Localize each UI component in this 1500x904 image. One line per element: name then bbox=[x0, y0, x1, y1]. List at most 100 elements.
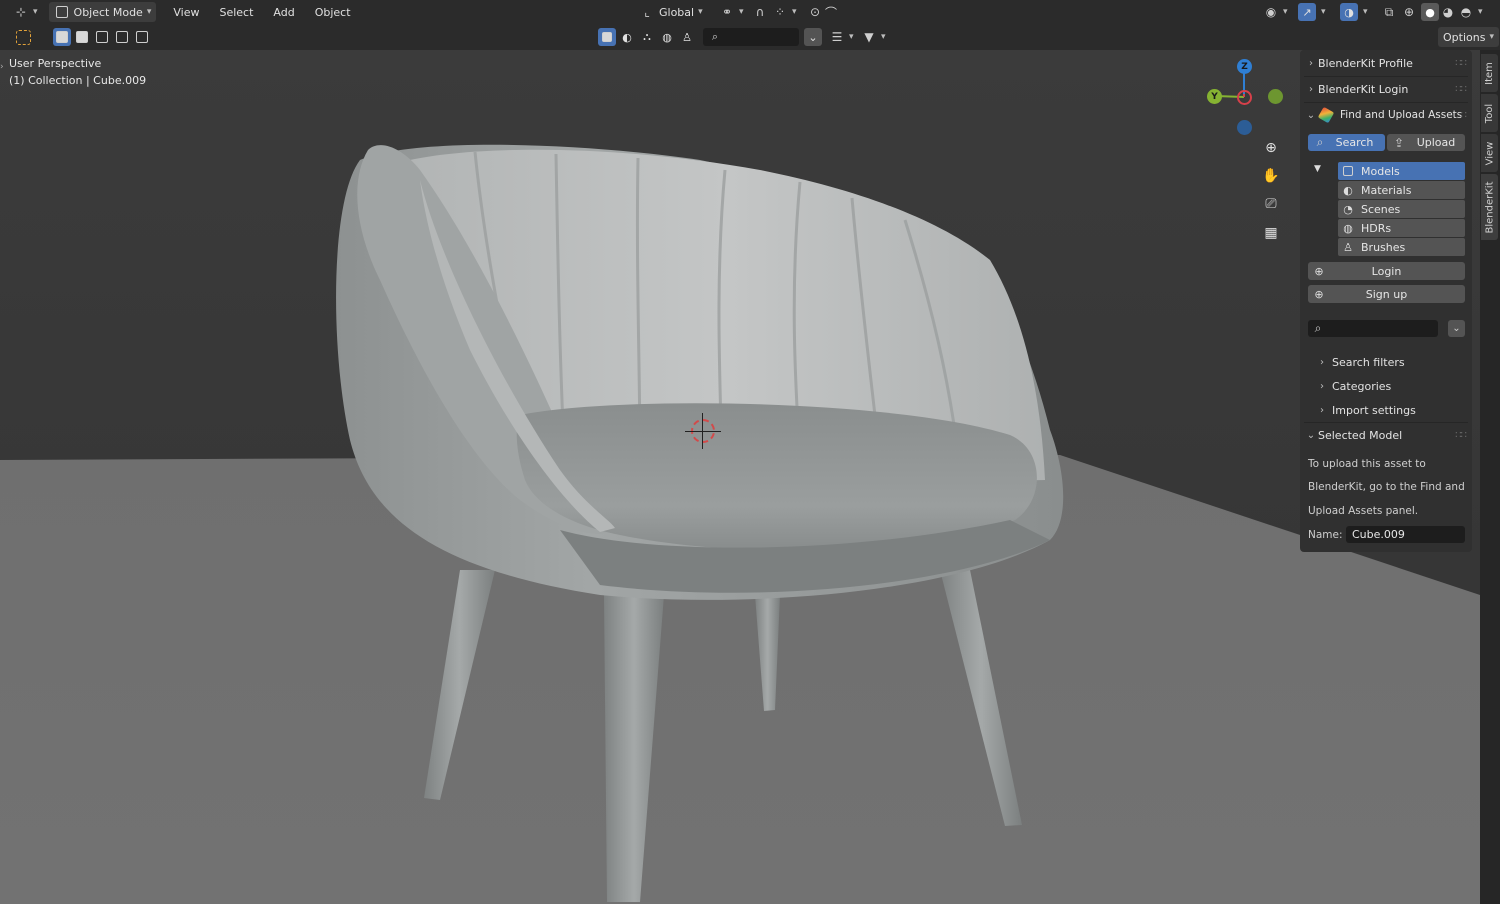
tab-view[interactable]: View bbox=[1481, 134, 1498, 172]
camera-view-icon[interactable]: ⎚ bbox=[1259, 192, 1283, 216]
brushes-type-icon[interactable]: ♙ bbox=[678, 28, 696, 46]
category-scenes[interactable]: ◔ Scenes bbox=[1338, 200, 1465, 218]
viewport-header: ⊹ ▾ Object Mode ▾ View Select Add Object … bbox=[0, 0, 1500, 50]
search-upload-tabs: ⌕ Search ⇪ Upload bbox=[1308, 134, 1465, 151]
select-subtract-icon[interactable] bbox=[93, 28, 111, 46]
viewport-editor-icon: ⊹ bbox=[15, 5, 27, 19]
visibility-dropdown[interactable]: ◉ ▾ bbox=[1258, 2, 1293, 22]
overlays-toggle[interactable]: ◑ ▾ bbox=[1334, 2, 1373, 22]
category-label: Scenes bbox=[1361, 202, 1401, 216]
hdrs-type-icon[interactable]: ◍ bbox=[658, 28, 676, 46]
snap-target-dropdown[interactable]: ⁘ ▾ bbox=[767, 2, 802, 22]
name-field[interactable]: Cube.009 bbox=[1346, 526, 1465, 543]
xray-toggle[interactable]: ⧉ bbox=[1376, 2, 1402, 22]
models-type-icon[interactable] bbox=[598, 28, 616, 46]
drag-handle-icon[interactable]: ∷∷ bbox=[1455, 84, 1467, 95]
login-panel-header[interactable]: › BlenderKit Login ∷∷ bbox=[1300, 78, 1472, 100]
tab-tool[interactable]: Tool bbox=[1481, 94, 1498, 132]
pivot-icon: ⚭ bbox=[721, 5, 733, 19]
selection-mode-group bbox=[47, 27, 157, 47]
material-sphere-icon: ◐ bbox=[1343, 183, 1353, 197]
import-settings-subpanel[interactable]: › Import settings bbox=[1320, 401, 1416, 419]
drag-handle-icon[interactable]: ∷∷ bbox=[1455, 430, 1467, 441]
selected-model-panel-header[interactable]: ⌄ Selected Model ∷∷ bbox=[1300, 424, 1472, 446]
login-button[interactable]: ⊕ Login bbox=[1308, 262, 1465, 280]
signup-button[interactable]: ⊕ Sign up bbox=[1308, 285, 1465, 303]
shading-rendered[interactable]: ◓ ▾ bbox=[1457, 2, 1484, 22]
shading-material[interactable]: ◕ bbox=[1439, 2, 1457, 22]
menu-select[interactable]: Select bbox=[214, 2, 258, 22]
category-brushes[interactable]: ♙ Brushes bbox=[1338, 238, 1465, 256]
search-icon: ⌕ bbox=[1314, 321, 1322, 335]
tab-label: BlenderKit bbox=[1484, 181, 1495, 233]
tab-item[interactable]: Item bbox=[1481, 54, 1498, 92]
find-upload-label: Find and Upload Assets bbox=[1340, 109, 1463, 121]
select-new-icon[interactable] bbox=[53, 28, 71, 46]
shading-solid[interactable]: ● bbox=[1419, 2, 1441, 22]
search-options-dropdown[interactable]: ⌄ bbox=[1448, 320, 1465, 337]
tab-label: Item bbox=[1484, 61, 1496, 85]
select-tool-button[interactable] bbox=[10, 27, 37, 47]
asset-bar-icon: ⌄ bbox=[804, 28, 822, 46]
chevron-down-icon: ⌄ bbox=[1306, 109, 1316, 121]
editor-type-button[interactable]: ⊹ ▾ bbox=[8, 2, 43, 22]
drag-handle-icon[interactable]: ∷ bbox=[1461, 110, 1467, 121]
drag-handle-icon[interactable]: ∷∷ bbox=[1455, 58, 1467, 69]
category-materials[interactable]: ◐ Materials bbox=[1338, 181, 1465, 199]
sort-dropdown[interactable]: ☰ ▾ bbox=[824, 27, 859, 47]
scene-render bbox=[0, 50, 1480, 904]
header-row-tools: ◐ ⛬ ◍ ♙ ⌕ ⌄ ☰ ▾ ▼ ▾ Options ▾ bbox=[0, 25, 1500, 49]
zoom-view-icon[interactable]: ⊕ bbox=[1259, 136, 1283, 160]
wireframe-sphere-icon: ⊕ bbox=[1403, 5, 1415, 19]
panel-search-input[interactable]: ⌕ bbox=[1308, 320, 1438, 337]
tab-blenderkit[interactable]: BlenderKit bbox=[1481, 174, 1498, 240]
select-box-icon bbox=[16, 29, 31, 45]
category-hdrs[interactable]: ◍ HDRs bbox=[1338, 219, 1465, 237]
find-upload-panel-header[interactable]: ⌄ Find and Upload Assets ∷ bbox=[1300, 104, 1472, 126]
gizmo-neg-x-axis[interactable] bbox=[1237, 90, 1252, 105]
menu-object[interactable]: Object bbox=[310, 2, 356, 22]
materials-type-icon[interactable]: ◐ bbox=[618, 28, 636, 46]
pan-hand-icon[interactable]: ✋ bbox=[1259, 164, 1283, 188]
gizmo-x-axis[interactable] bbox=[1268, 89, 1283, 104]
falloff-icon: ⌒ bbox=[824, 5, 837, 20]
proportional-editing-toggle[interactable]: ⊙ ⌒ bbox=[802, 2, 844, 22]
chevron-down-icon: ▾ bbox=[881, 32, 886, 42]
mode-dropdown[interactable]: Object Mode ▾ bbox=[48, 2, 157, 22]
pivot-point-dropdown[interactable]: ⚭ ▾ bbox=[714, 2, 749, 22]
3d-viewport[interactable]: User Perspective (1) Collection | Cube.0… bbox=[0, 50, 1480, 904]
3d-cursor-crosshair-h bbox=[685, 431, 721, 432]
categories-subpanel[interactable]: › Categories bbox=[1320, 377, 1391, 395]
gizmo-z-axis[interactable]: Z bbox=[1237, 59, 1252, 74]
mode-label: Object Mode bbox=[73, 5, 143, 19]
search-tab[interactable]: ⌕ Search bbox=[1308, 134, 1385, 151]
select-intersect-icon[interactable] bbox=[133, 28, 151, 46]
login-button-label: Login bbox=[1371, 264, 1402, 278]
select-extend-icon[interactable] bbox=[73, 28, 91, 46]
transform-orientation-dropdown[interactable]: ⌞ Global ▾ bbox=[634, 2, 708, 22]
scenes-type-icon[interactable]: ⛬ bbox=[638, 28, 656, 46]
menu-add[interactable]: Add bbox=[268, 2, 299, 22]
toolbar-expand-icon[interactable]: › bbox=[0, 62, 4, 72]
shading-wireframe[interactable]: ⊕ bbox=[1400, 2, 1418, 22]
search-icon: ⌕ bbox=[711, 30, 719, 43]
menu-view[interactable]: View bbox=[168, 2, 204, 22]
chevron-down-icon: ▾ bbox=[33, 7, 38, 17]
select-invert-icon[interactable] bbox=[113, 28, 131, 46]
filter-dropdown[interactable]: ▼ ▾ bbox=[856, 27, 891, 47]
perspective-toggle-icon[interactable]: ▦ bbox=[1259, 221, 1283, 245]
header-search-input[interactable]: ⌕ bbox=[703, 28, 799, 46]
category-models[interactable]: Models bbox=[1338, 162, 1465, 180]
chevron-down-icon: ▾ bbox=[739, 7, 744, 17]
header-row-top: ⊹ ▾ Object Mode ▾ View Select Add Object … bbox=[0, 0, 1500, 24]
search-filters-subpanel[interactable]: › Search filters bbox=[1320, 353, 1405, 371]
tab-label: Tool bbox=[1484, 103, 1495, 123]
categories-expand-icon[interactable]: ▼ bbox=[1314, 164, 1321, 174]
gizmo-toggle[interactable]: ↗ ▾ bbox=[1292, 2, 1331, 22]
profile-panel-header[interactable]: › BlenderKit Profile ∷∷ bbox=[1300, 52, 1472, 74]
gizmo-neg-z-axis[interactable] bbox=[1237, 120, 1252, 135]
scene-icon: ◔ bbox=[1343, 202, 1353, 216]
gizmo-y-axis[interactable]: Y bbox=[1207, 89, 1222, 104]
options-dropdown[interactable]: Options ▾ bbox=[1438, 27, 1499, 47]
upload-tab[interactable]: ⇪ Upload bbox=[1387, 134, 1465, 151]
